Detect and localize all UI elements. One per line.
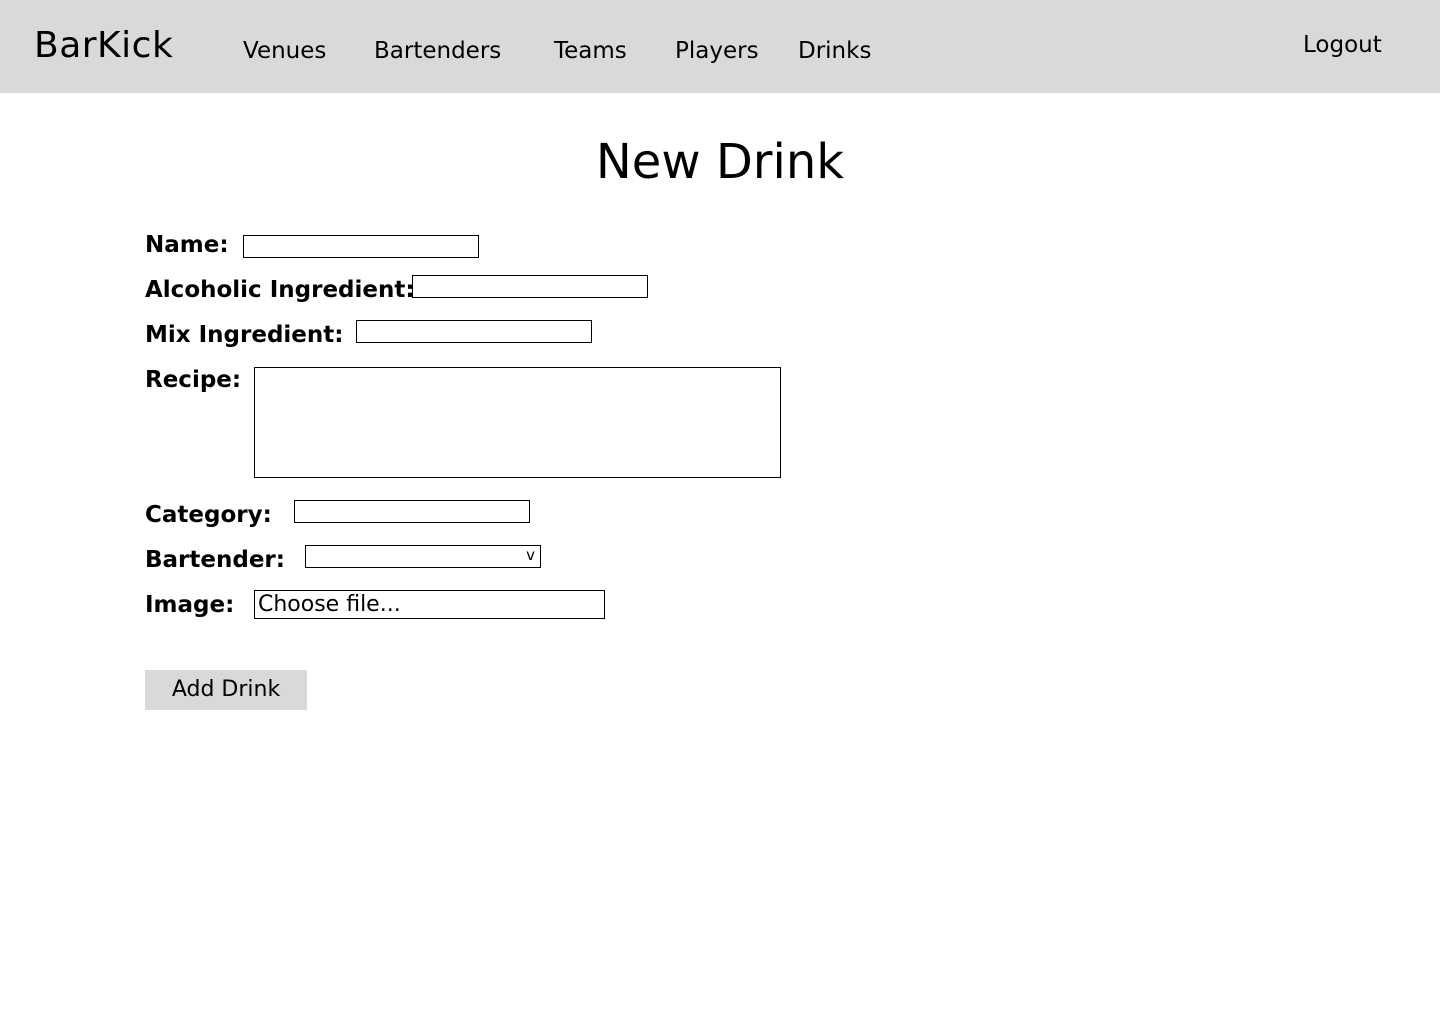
top-navigation-bar: BarKick Venues Bartenders Teams Players … — [0, 0, 1440, 93]
add-drink-button[interactable]: Add Drink — [145, 670, 307, 710]
name-input[interactable] — [243, 235, 479, 258]
brand-logo[interactable]: BarKick — [34, 24, 173, 68]
nav-item-teams[interactable]: Teams — [554, 36, 627, 66]
nav-item-venues[interactable]: Venues — [243, 36, 326, 66]
mix-ingredient-label: Mix Ingredient: — [145, 322, 344, 348]
name-label: Name: — [145, 232, 229, 258]
bartender-label: Bartender: — [145, 547, 285, 573]
recipe-textarea[interactable] — [254, 367, 781, 478]
bartender-select[interactable]: v — [305, 545, 541, 568]
nav-item-drinks[interactable]: Drinks — [798, 36, 871, 66]
choose-file-button[interactable]: Choose file... — [258, 591, 401, 618]
recipe-label: Recipe: — [145, 367, 242, 393]
category-input[interactable] — [294, 500, 530, 523]
chevron-down-icon: v — [526, 546, 535, 564]
mix-ingredient-input[interactable] — [356, 320, 592, 343]
logout-link[interactable]: Logout — [1303, 30, 1382, 60]
alcoholic-ingredient-input[interactable] — [412, 275, 648, 298]
image-label: Image: — [145, 592, 235, 618]
image-file-picker[interactable]: Choose file... — [254, 590, 605, 619]
category-label: Category: — [145, 502, 272, 528]
alcoholic-ingredient-label: Alcoholic Ingredient: — [145, 277, 415, 303]
page-title: New Drink — [595, 134, 845, 190]
nav-item-players[interactable]: Players — [675, 36, 759, 66]
nav-item-bartenders[interactable]: Bartenders — [374, 36, 501, 66]
